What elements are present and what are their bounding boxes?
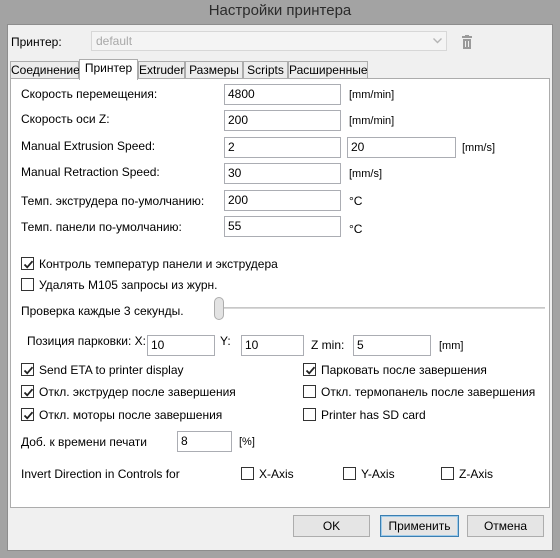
invert-x-label: X-Axis [259,467,294,481]
park-after-label: Парковать после завершения [321,363,487,377]
park-zmin-label: Z min: [311,338,345,352]
retraction-speed-label: Manual Retraction Speed: [21,165,160,179]
extrusion-speed-max-input[interactable]: 20 [347,137,456,158]
park-y-input[interactable]: 10 [241,335,304,356]
tab-strip: Соединение Принтер Extruder Размеры Scri… [8,59,554,80]
park-position-label: Позиция парковки: X: [27,334,147,348]
tab-printer[interactable]: Принтер [79,59,138,80]
retraction-speed-input[interactable]: 30 [224,163,341,184]
travel-speed-unit: [mm/min] [349,89,395,101]
print-time-unit: [%] [239,436,255,448]
remove-m105-checkbox[interactable] [21,278,34,291]
tab-scripts[interactable]: Scripts [243,61,288,79]
invert-direction-label: Invert Direction in Controls for [21,467,180,481]
ok-button[interactable]: OK [293,515,370,537]
z-speed-unit: [mm/min] [349,115,395,127]
disable-motors-label: Откл. моторы после завершения [39,408,223,422]
bed-temp-unit: °C [349,222,363,236]
printer-tab-panel: Скорость перемещения: 4800 [mm/min] Скор… [10,78,550,508]
tab-connection[interactable]: Соединение [10,61,80,79]
print-time-input[interactable]: 8 [177,431,232,452]
extrusion-speed-label: Manual Extrusion Speed: [21,139,156,153]
park-x-input[interactable]: 10 [147,335,215,356]
temp-control-checkbox[interactable] [21,257,34,270]
disable-bed-checkbox[interactable] [303,385,316,398]
tab-dimensions[interactable]: Размеры [185,61,243,79]
invert-z-label: Z-Axis [459,467,493,481]
bed-temp-label: Темп. панели по-умолчанию: [21,220,182,234]
extruder-temp-unit: °C [349,194,363,208]
trash-icon[interactable] [461,35,473,49]
disable-extruder-label: Откл. экструдер после завершения [39,385,236,399]
print-time-label: Доб. к времени печати [21,435,148,449]
window-title: Настройки принтера [208,2,352,19]
park-after-checkbox[interactable] [303,363,316,376]
tab-advanced[interactable]: Расширенные [288,61,368,79]
extruder-temp-input[interactable]: 200 [224,190,341,211]
invert-x-checkbox[interactable] [241,467,254,480]
check-interval-slider-track[interactable] [219,307,545,309]
has-sd-label: Printer has SD card [321,408,426,422]
disable-extruder-checkbox[interactable] [21,385,34,398]
park-y-label: Y: [220,334,231,348]
extrusion-speed-unit: [mm/s] [462,142,495,154]
z-speed-label: Скорость оси Z: [21,112,110,126]
extruder-temp-label: Темп. экструдера по-умолчанию: [21,194,205,208]
park-unit: [mm] [439,340,464,352]
park-zmin-input[interactable]: 5 [353,335,431,356]
send-eta-label: Send ETA to printer display [39,363,184,377]
disable-bed-label: Откл. термопанель после завершения [321,385,536,399]
check-interval-slider-thumb[interactable] [214,297,224,320]
bed-temp-input[interactable]: 55 [224,216,341,237]
cancel-button[interactable]: Отмена [467,515,544,537]
apply-button[interactable]: Применить [380,515,459,537]
invert-y-label: Y-Axis [361,467,395,481]
invert-y-checkbox[interactable] [343,467,356,480]
printer-settings-window: Настройки принтера Принтер: default Соед… [0,0,560,558]
z-speed-input[interactable]: 200 [224,110,341,131]
chevron-down-icon[interactable] [429,32,446,50]
retraction-speed-unit: [mm/s] [349,168,382,180]
printer-label: Принтер: [11,35,62,49]
extrusion-speed-input[interactable]: 2 [224,137,341,158]
has-sd-checkbox[interactable] [303,408,316,421]
remove-m105-label: Удалять M105 запросы из журн. [39,278,218,292]
disable-motors-checkbox[interactable] [21,408,34,421]
tab-extruder[interactable]: Extruder [138,61,185,79]
send-eta-checkbox[interactable] [21,363,34,376]
travel-speed-label: Скорость перемещения: [21,87,158,101]
printer-select-value: default [96,34,133,48]
invert-z-checkbox[interactable] [441,467,454,480]
travel-speed-input[interactable]: 4800 [224,84,341,105]
printer-select[interactable]: default [91,31,447,51]
dialog-client-area: Принтер: default Соединение Принтер Extr… [7,24,553,551]
temp-control-label: Контроль температур панели и экструдера [39,257,278,271]
title-bar[interactable]: Настройки принтера [0,0,560,24]
check-interval-label: Проверка каждые 3 секунды. [21,304,184,318]
